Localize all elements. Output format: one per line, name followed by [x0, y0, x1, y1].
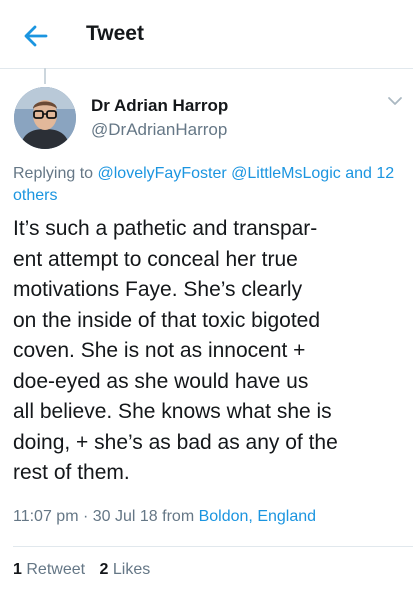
page-title: Tweet	[86, 22, 144, 45]
tweet-options-button[interactable]	[386, 94, 404, 108]
divider	[13, 546, 413, 547]
retweet-label: Retweet	[26, 561, 86, 578]
tweet-line: It’s such a pathetic and transpar-	[13, 217, 318, 240]
tweet-stats: 1 Retweet 2 Likes	[13, 561, 160, 579]
tweet-line: doing, + she’s as bad as any of the	[13, 430, 338, 454]
tweet-line: rest of them.	[13, 461, 130, 484]
back-button[interactable]	[22, 22, 50, 50]
author-name[interactable]: Dr Adrian Harrop	[91, 96, 228, 116]
tweet-line: on the inside of that toxic bigoted	[13, 308, 321, 332]
meta-separator: ·	[82, 508, 89, 525]
retweets-stat[interactable]: 1 Retweet	[13, 561, 90, 578]
tweet-line: doe-eyed as she would have us	[13, 369, 309, 393]
tweet-text: It’s such a pathetic and transpar- ent a…	[13, 214, 405, 489]
tweet-line: ent attempt to conceal her true	[13, 247, 298, 271]
chevron-down-icon	[388, 97, 402, 105]
arrow-left-icon	[24, 25, 48, 47]
likes-label: Likes	[112, 561, 151, 578]
top-bar: Tweet	[0, 0, 413, 69]
tweet-date: 30 Jul 18	[92, 508, 158, 525]
author-handle[interactable]: @DrAdrianHarrop	[91, 120, 227, 140]
retweet-count: 1	[13, 561, 22, 578]
tweet-meta: 11:07 pm · 30 Jul 18 from Boldon, Englan…	[13, 508, 316, 526]
mention-link[interactable]: @LittleMsLogic	[231, 165, 341, 182]
likes-stat[interactable]: 2 Likes	[100, 561, 151, 578]
from-label: from	[162, 508, 195, 525]
thread-connector	[44, 68, 46, 84]
avatar[interactable]	[14, 87, 76, 149]
replying-to-label: Replying to	[13, 165, 94, 182]
tweet-line: motivations Faye. She’s clearly	[13, 278, 303, 301]
avatar-image	[14, 87, 76, 149]
tweet-line: all believe. She knows what she is	[13, 400, 332, 423]
likes-count: 2	[99, 561, 109, 578]
mention-link[interactable]: @lovelyFayFoster	[98, 165, 227, 182]
tweet-time: 11:07 pm	[13, 508, 79, 525]
tweet-line: coven. She is not as innocent +	[13, 339, 306, 362]
replying-to: Replying to @lovelyFayFoster @LittleMsLo…	[13, 163, 405, 207]
replying-and-label[interactable]: and	[345, 165, 372, 182]
location-link[interactable]: Boldon, England	[199, 508, 316, 525]
